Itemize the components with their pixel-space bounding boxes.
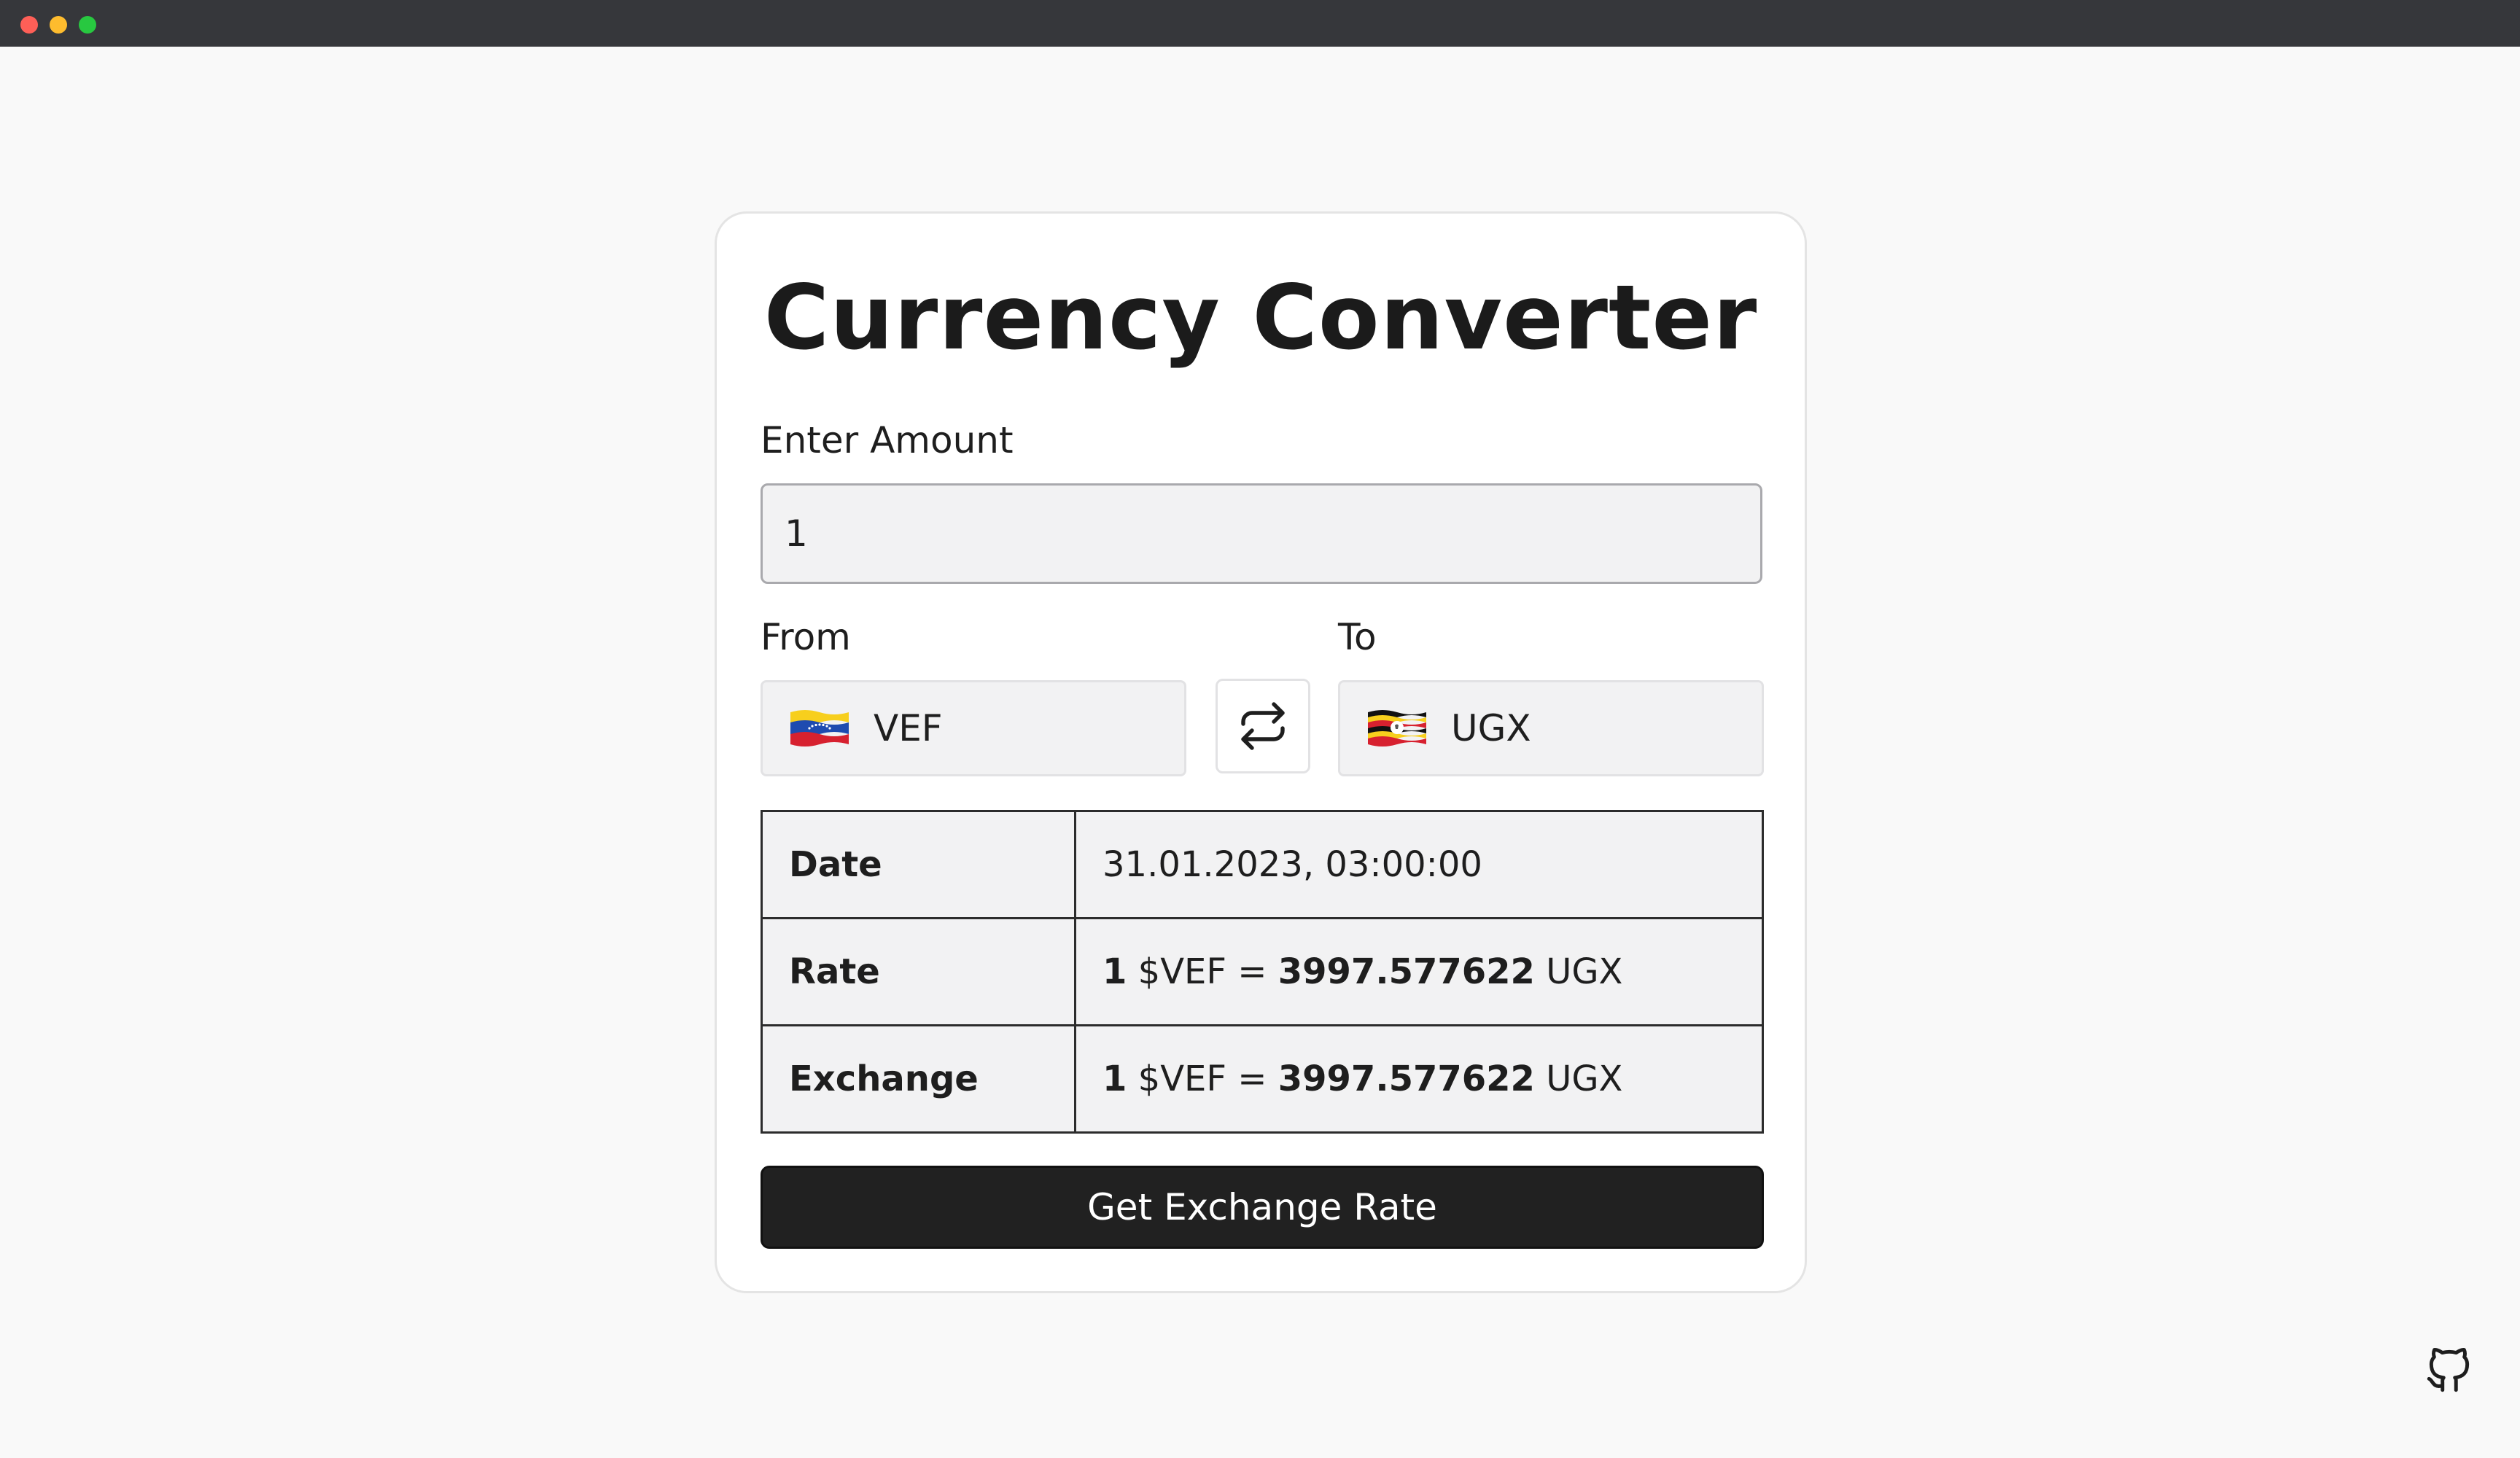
rate-to-currency: UGX (1546, 951, 1623, 992)
rate-from-currency: $VEF (1138, 951, 1226, 992)
exchange-value: 1 $VEF = 3997.577622 UGX (1074, 1024, 1764, 1134)
maximize-window-button[interactable] (79, 16, 96, 34)
from-currency-select[interactable]: VEF (761, 680, 1186, 776)
window-titlebar (0, 0, 2520, 47)
github-link[interactable] (2422, 1343, 2476, 1397)
amount-label: Enter Amount (761, 419, 1014, 461)
rate-amount: 1 (1102, 951, 1127, 992)
date-key: Date (761, 810, 1076, 919)
exchange-equals: = (1237, 1059, 1267, 1099)
exchange-from-currency: $VEF (1138, 1059, 1226, 1099)
rate-key: Rate (761, 917, 1076, 1026)
close-window-button[interactable] (20, 16, 38, 34)
rate-value: 1 $VEF = 3997.577622 UGX (1074, 917, 1764, 1026)
exchange-result: 3997.577622 (1278, 1059, 1535, 1099)
uganda-flag-icon (1368, 710, 1426, 746)
rate-equals: = (1237, 951, 1267, 992)
page-title: Currency Converter (763, 266, 1758, 370)
github-icon (2427, 1348, 2470, 1392)
exchange-key: Exchange (761, 1024, 1076, 1134)
converter-card: Currency Converter Enter Amount From To … (715, 211, 1807, 1293)
table-row: Date 31.01.2023, 03:00:00 (761, 810, 1764, 919)
table-row: Exchange 1 $VEF = 3997.577622 UGX (761, 1024, 1764, 1134)
exchange-to-currency: UGX (1546, 1059, 1623, 1099)
to-currency-code: UGX (1451, 707, 1531, 749)
rate-result: 3997.577622 (1278, 951, 1535, 992)
venezuela-flag-icon (790, 710, 849, 746)
from-currency-code: VEF (874, 707, 943, 749)
to-currency-select[interactable]: UGX (1338, 680, 1764, 776)
table-row: Rate 1 $VEF = 3997.577622 UGX (761, 917, 1764, 1026)
swap-currencies-button[interactable] (1216, 679, 1310, 773)
amount-input[interactable] (761, 483, 1762, 584)
date-value: 31.01.2023, 03:00:00 (1074, 810, 1764, 919)
get-exchange-rate-button[interactable]: Get Exchange Rate (761, 1166, 1764, 1249)
to-label: To (1338, 616, 1377, 658)
exchange-amount: 1 (1102, 1059, 1127, 1099)
swap-arrows-icon (1241, 702, 1285, 750)
exchange-info-table: Date 31.01.2023, 03:00:00 Rate 1 $VEF = … (761, 810, 1764, 1134)
from-label: From (761, 616, 851, 658)
minimize-window-button[interactable] (50, 16, 67, 34)
